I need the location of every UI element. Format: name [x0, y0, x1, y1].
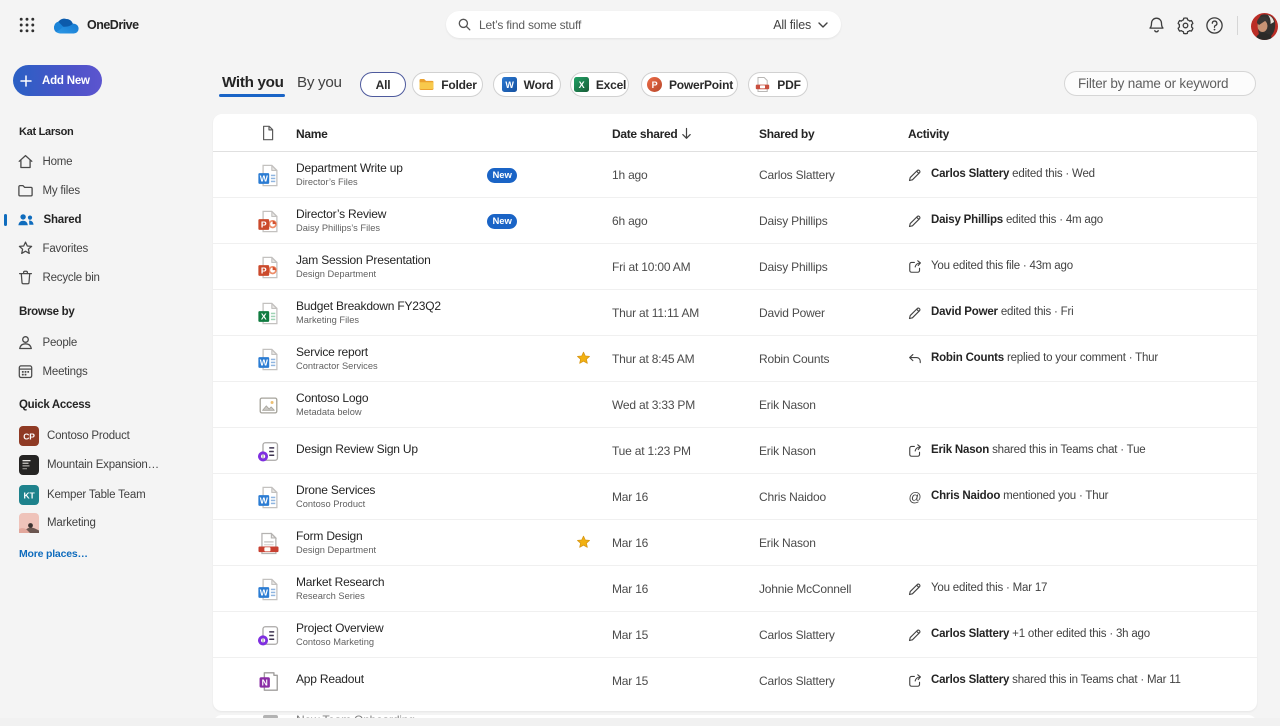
- svg-text:W: W: [260, 357, 269, 367]
- svg-text:KT: KT: [24, 490, 36, 500]
- svg-text:N: N: [262, 677, 268, 687]
- svg-text:W: W: [260, 587, 269, 597]
- svg-text:X: X: [261, 311, 267, 321]
- svg-text:P: P: [261, 219, 267, 229]
- svg-text:@: @: [908, 489, 921, 504]
- svg-text:W: W: [260, 173, 269, 183]
- svg-text:P: P: [652, 80, 658, 90]
- svg-text:W: W: [260, 495, 269, 505]
- svg-text:W: W: [505, 80, 514, 90]
- svg-text:CP: CP: [23, 431, 35, 441]
- svg-text:X: X: [578, 80, 584, 90]
- svg-text:P: P: [261, 265, 267, 275]
